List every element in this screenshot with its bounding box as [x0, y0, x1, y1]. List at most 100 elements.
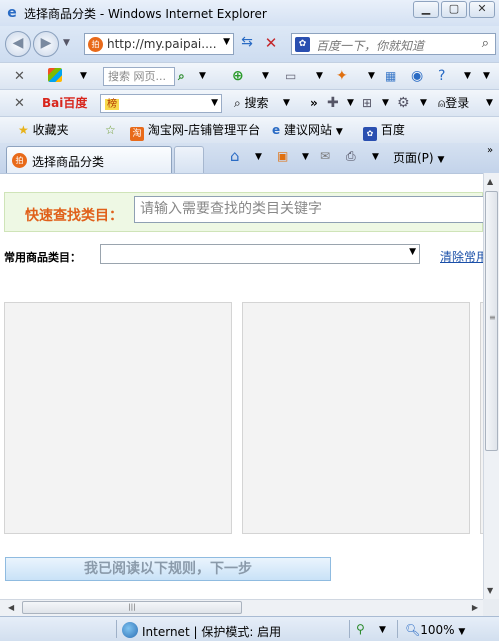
- settings-dropdown-icon[interactable]: ▼: [420, 94, 427, 113]
- toolbar-baidu: ✕ Bai百度 榜 ▼ ⌕ 搜索 ▼ » ✚ ▼ ⊞ ▼ ⚙ ▼ ⍝登录 ▼: [0, 89, 499, 116]
- favorite-taobao-label: 淘宝网-店铺管理平台: [147, 123, 261, 137]
- baidu-search-button[interactable]: ⌕ 搜索: [234, 94, 269, 113]
- back-button[interactable]: ◀: [5, 31, 31, 57]
- windows-logo-icon[interactable]: [48, 67, 62, 86]
- help-icon[interactable]: ?: [438, 67, 445, 86]
- common-category-select[interactable]: ▼: [100, 244, 420, 264]
- favorite-taobao[interactable]: 淘 淘宝网-店铺管理平台: [130, 121, 261, 141]
- more-dropdown-icon[interactable]: ▼: [483, 67, 490, 86]
- add-icon[interactable]: ⊕: [232, 67, 244, 86]
- vertical-scroll-thumb[interactable]: ≡: [485, 191, 498, 451]
- maximize-button[interactable]: ▢: [441, 1, 467, 18]
- title-bar: e 选择商品分类 - Windows Internet Explorer ▁ ▢…: [0, 0, 499, 26]
- protected-mode-icon[interactable]: ⚲: [356, 622, 365, 636]
- settings-gear-icon[interactable]: ⚙: [397, 94, 410, 113]
- close-button[interactable]: ✕: [469, 1, 495, 18]
- page-menu[interactable]: 页面(P) ▼: [393, 149, 444, 166]
- protected-mode-dropdown-icon[interactable]: ▼: [379, 625, 386, 635]
- globe-icon: [122, 622, 138, 638]
- toolbar-overflow-icon[interactable]: »: [487, 145, 493, 156]
- baidu-input-dropdown-icon[interactable]: ▼: [211, 95, 218, 112]
- help-dropdown-icon[interactable]: ▼: [464, 67, 471, 86]
- add-favorite-icon[interactable]: ☆: [105, 121, 116, 140]
- plugin-icon[interactable]: ✚: [327, 94, 339, 113]
- butterfly-icon[interactable]: ✦: [336, 67, 348, 86]
- minimize-button[interactable]: ▁: [413, 1, 439, 18]
- feeds-icon[interactable]: ▣: [277, 149, 288, 163]
- windows-dropdown-icon[interactable]: ▼: [80, 67, 87, 86]
- news-icon[interactable]: ▦: [385, 67, 396, 86]
- horizontal-scroll-thumb[interactable]: |||: [22, 601, 242, 614]
- baidu-input-value: 榜: [105, 99, 119, 110]
- window-dropdown-icon[interactable]: ▼: [316, 67, 323, 86]
- ie-small-icon: e: [272, 123, 281, 137]
- apps-grid-icon[interactable]: ⊞: [362, 94, 372, 113]
- mail-icon[interactable]: ✉: [320, 149, 330, 163]
- recent-pages-dropdown-icon[interactable]: ▼: [63, 38, 70, 48]
- apps-dropdown-icon[interactable]: ▼: [382, 94, 389, 113]
- scroll-down-arrow-icon[interactable]: ▼: [487, 586, 493, 595]
- more-chevron[interactable]: »: [310, 94, 318, 113]
- toolbar-search-input[interactable]: 搜索 网页...: [103, 67, 175, 86]
- stop-icon[interactable]: ✕: [261, 34, 281, 54]
- zoom-control[interactable]: 🔍︎100% ▼: [405, 623, 465, 637]
- baidu-search-label: 搜索: [244, 96, 269, 110]
- zoom-level: 100%: [420, 623, 455, 637]
- plugin-dropdown-icon[interactable]: ▼: [347, 94, 354, 113]
- login-dropdown-icon[interactable]: ▼: [486, 94, 493, 113]
- category-panel-level2[interactable]: [242, 302, 470, 534]
- quick-find-label: 快速查找类目：: [25, 208, 123, 224]
- next-step-button[interactable]: 我已阅读以下规则，下一步: [5, 557, 331, 581]
- toolbar-search-icon[interactable]: ⌕: [178, 67, 185, 86]
- security-zone[interactable]: Internet | 保护模式: 启用: [142, 623, 281, 640]
- horizontal-scrollbar[interactable]: ◀ ||| ▶: [0, 599, 483, 616]
- suggested-dropdown-icon[interactable]: ▼: [336, 127, 343, 137]
- feeds-dropdown-icon[interactable]: ▼: [302, 152, 309, 162]
- close-baidu-toolbar-icon[interactable]: ✕: [14, 96, 25, 111]
- quick-find-section: 快速查找类目： 请输入需要查找的类目关键字: [4, 192, 483, 232]
- tab-select-category[interactable]: 拍 选择商品分类: [6, 146, 172, 173]
- search-icon[interactable]: ⌕: [482, 36, 489, 51]
- butterfly-dropdown-icon[interactable]: ▼: [368, 67, 375, 86]
- print-dropdown-icon[interactable]: ▼: [372, 152, 379, 162]
- category-panel-level1[interactable]: [4, 302, 232, 534]
- address-text: http://my.paipai....: [107, 37, 217, 51]
- home-dropdown-icon[interactable]: ▼: [255, 152, 262, 162]
- search-placeholder: 百度一下，你就知道: [316, 39, 425, 53]
- add-dropdown-icon[interactable]: ▼: [262, 67, 269, 86]
- new-tab-button[interactable]: [174, 146, 204, 173]
- home-icon[interactable]: ⌂: [230, 147, 240, 165]
- tab-bar: 拍 选择商品分类 ⌂ ▼ ▣ ▼ ✉ ⎙ ▼ 页面(P) ▼ »: [0, 143, 499, 173]
- scroll-up-arrow-icon[interactable]: ▲: [487, 177, 493, 186]
- scroll-left-arrow-icon[interactable]: ◀: [8, 603, 14, 612]
- search-field[interactable]: ✿ 百度一下，你就知道 ⌕: [291, 33, 496, 55]
- forward-button[interactable]: ▶: [33, 31, 59, 57]
- common-category-label: 常用商品类目：: [4, 251, 81, 264]
- zoom-icon: 🔍︎: [405, 623, 421, 637]
- window-icon[interactable]: ▭: [285, 67, 296, 86]
- status-bar: Internet | 保护模式: 启用 ⚲ ▼ 🔍︎100% ▼: [0, 616, 499, 641]
- scroll-right-arrow-icon[interactable]: ▶: [472, 603, 478, 612]
- toolbar-search-dropdown-icon[interactable]: ▼: [199, 67, 206, 86]
- address-field[interactable]: 拍 http://my.paipai.... ▼: [84, 33, 234, 55]
- vertical-scrollbar[interactable]: ▲ ≡ ▼: [483, 173, 499, 599]
- address-dropdown-icon[interactable]: ▼: [223, 37, 230, 47]
- baidu-search-dropdown-icon[interactable]: ▼: [283, 94, 290, 113]
- chevron-down-icon: ▼: [409, 247, 416, 257]
- quick-find-input[interactable]: 请输入需要查找的类目关键字: [134, 196, 483, 223]
- messenger-icon[interactable]: ◉: [411, 67, 423, 86]
- close-toolbar-icon[interactable]: ✕: [14, 69, 25, 84]
- favorites-star-icon: ★: [18, 123, 29, 137]
- baidu-input[interactable]: 榜 ▼: [100, 94, 222, 113]
- login-button[interactable]: ⍝登录: [438, 94, 469, 113]
- clear-common-link[interactable]: 清除常用: [440, 248, 483, 265]
- favorite-suggested-sites[interactable]: e 建议网站 ▼: [272, 121, 343, 140]
- status-divider: [397, 620, 398, 638]
- favorite-baidu[interactable]: ✿ 百度: [363, 121, 405, 141]
- print-icon[interactable]: ⎙: [346, 149, 356, 164]
- baidu-logo[interactable]: Bai百度: [42, 94, 87, 113]
- refresh-icon[interactable]: ⇆: [237, 34, 257, 54]
- grip-icon: ≡: [489, 313, 496, 322]
- site-favicon: 拍: [88, 37, 103, 52]
- favorites-button[interactable]: ★ 收藏夹: [18, 121, 69, 140]
